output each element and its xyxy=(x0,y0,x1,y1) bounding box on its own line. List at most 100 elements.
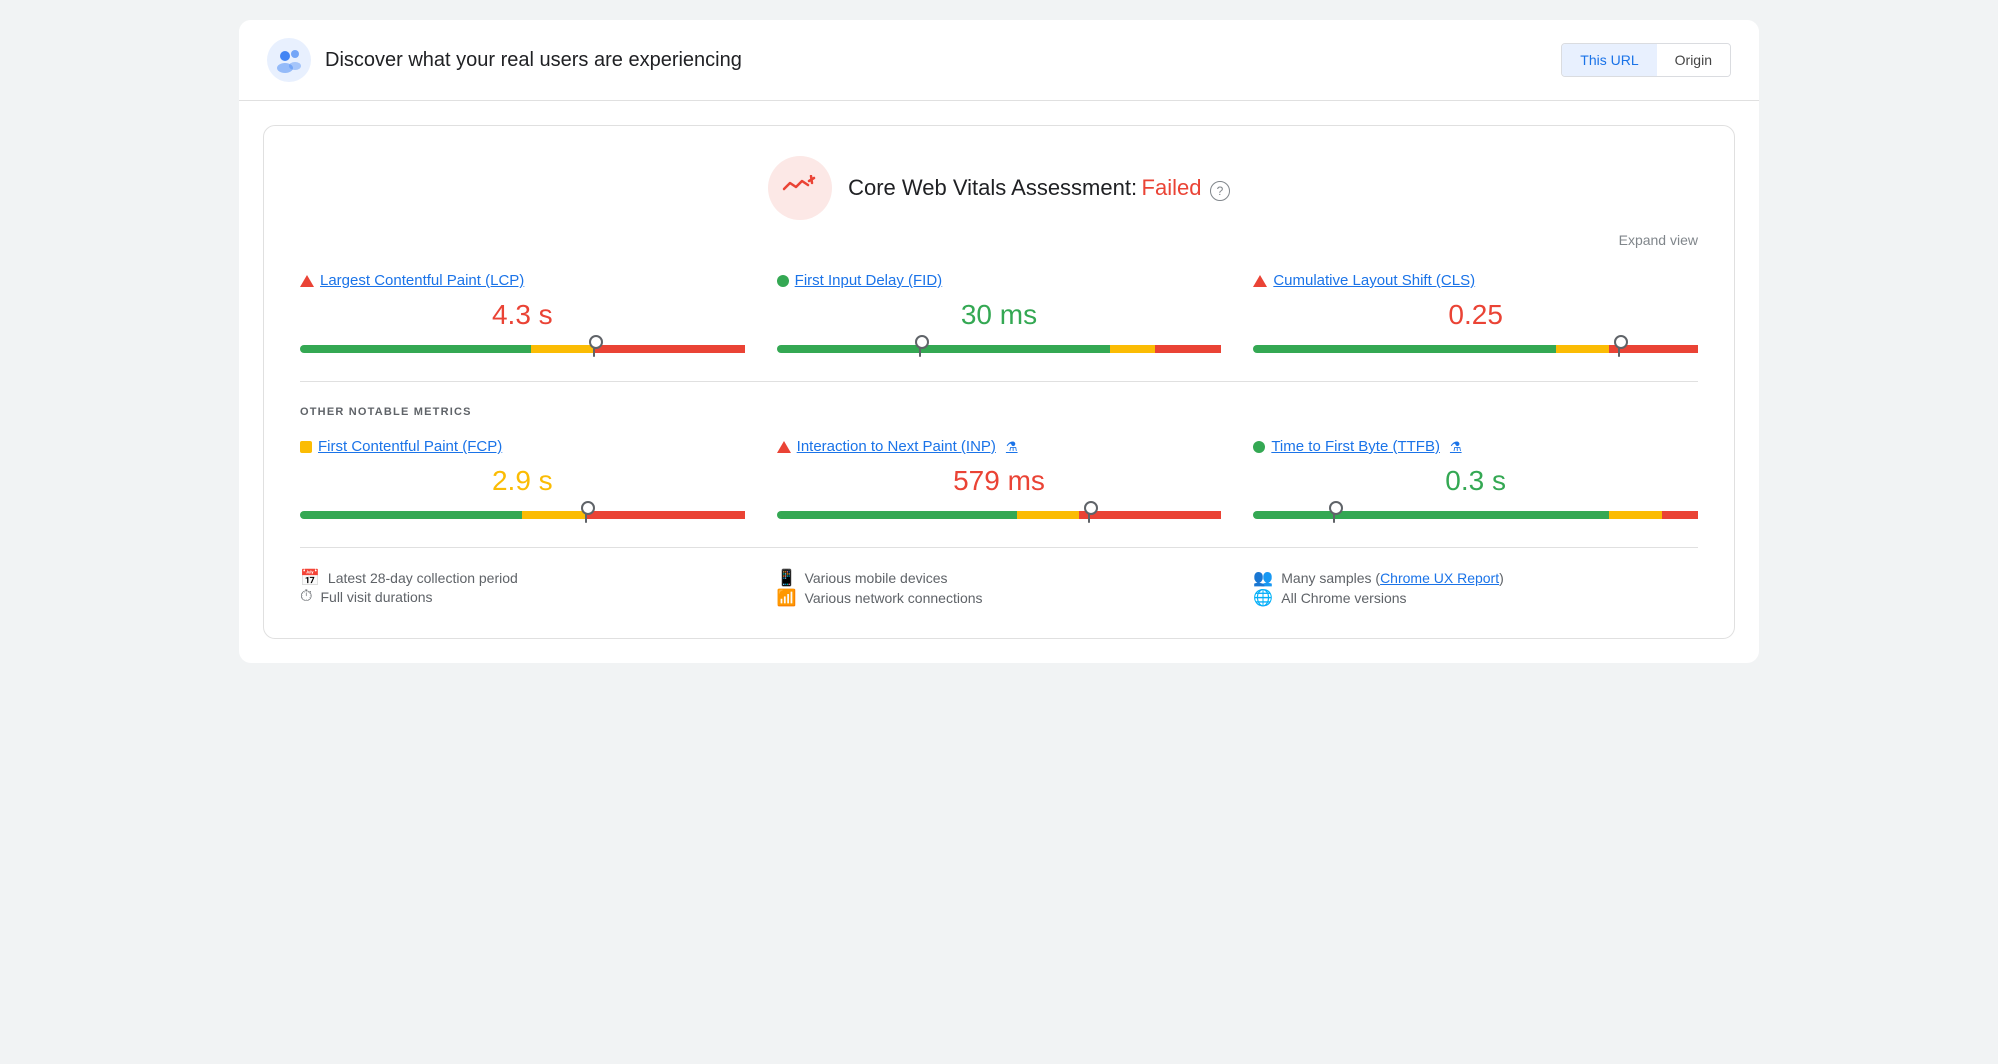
lab-icon-ttfb: ⚗ xyxy=(1450,439,1462,455)
footer-item: 📶Various network connections xyxy=(777,588,1222,608)
gauge-red xyxy=(585,511,745,519)
gauge-green xyxy=(777,345,1111,353)
gauge-bar xyxy=(777,345,1222,353)
page-wrapper: Discover what your real users are experi… xyxy=(239,20,1759,663)
metric-value-cls: 0.25 xyxy=(1253,299,1698,331)
gauge-marker xyxy=(919,341,921,357)
footer-icon: 📱 xyxy=(777,568,797,588)
gauge-orange xyxy=(1017,511,1079,519)
gauge-bar xyxy=(777,511,1222,519)
footer-info: 📅 Latest 28-day collection period ⏱ Full vi… xyxy=(300,547,1698,608)
metric-card-lcp: Largest Contentful Paint (LCP) 4.3 s xyxy=(300,272,745,353)
footer-col1: 📅 Latest 28-day collection period ⏱ Full vi… xyxy=(300,568,745,608)
footer-col3: 👥 Many samples (Chrome UX Report) 🌐 All Chr… xyxy=(1253,568,1698,608)
metric-card-fcp: First Contentful Paint (FCP) 2.9 s xyxy=(300,438,745,519)
metric-title-fcp[interactable]: First Contentful Paint (FCP) xyxy=(300,438,745,455)
footer-item: 📅 Latest 28-day collection period xyxy=(300,568,745,588)
assessment-title-block: Core Web Vitals Assessment: Failed ? xyxy=(848,175,1230,201)
footer-item: 🌐 All Chrome versions xyxy=(1253,588,1698,608)
assessment-status: Failed xyxy=(1142,175,1202,200)
gauge-red xyxy=(1662,511,1698,519)
origin-button[interactable]: Origin xyxy=(1657,44,1730,76)
footer-text: Many samples (Chrome UX Report) xyxy=(1281,570,1504,586)
footer-icon: ⏱ xyxy=(300,588,312,606)
header-title: Discover what your real users are experi… xyxy=(325,49,742,72)
gauge-orange xyxy=(1556,345,1609,353)
chrome-ux-report-link[interactable]: Chrome UX Report xyxy=(1380,570,1499,586)
footer-col2: 📱 Various mobile devices 📶Various network … xyxy=(777,568,1222,608)
metric-title-ttfb[interactable]: Time to First Byte (TTFB) ⚗ xyxy=(1253,438,1698,455)
metric-title-cls[interactable]: Cumulative Layout Shift (CLS) xyxy=(1253,272,1698,289)
metric-indicator-fid xyxy=(777,275,789,287)
metric-title-text-cls: Cumulative Layout Shift (CLS) xyxy=(1273,272,1475,289)
footer-icon: 🌐 xyxy=(1253,588,1273,608)
divider xyxy=(300,381,1698,382)
metric-value-inp: 579 ms xyxy=(777,465,1222,497)
gauge-marker xyxy=(585,507,587,523)
metric-card-fid: First Input Delay (FID) 30 ms xyxy=(777,272,1222,353)
metric-title-text-ttfb: Time to First Byte (TTFB) xyxy=(1271,438,1440,455)
lab-icon-inp: ⚗ xyxy=(1006,439,1018,455)
metric-indicator-ttfb xyxy=(1253,441,1265,453)
gauge-orange xyxy=(1110,345,1154,353)
gauge-marker xyxy=(1618,341,1620,357)
metric-value-ttfb: 0.3 s xyxy=(1253,465,1698,497)
metric-indicator-inp xyxy=(777,441,791,453)
metric-value-fid: 30 ms xyxy=(777,299,1222,331)
logo-icon xyxy=(267,38,311,82)
metric-card-cls: Cumulative Layout Shift (CLS) 0.25 xyxy=(1253,272,1698,353)
header: Discover what your real users are experi… xyxy=(239,20,1759,101)
assessment-info-icon[interactable]: ? xyxy=(1210,181,1230,201)
gauge-orange xyxy=(1609,511,1662,519)
url-toggle: This URL Origin xyxy=(1561,43,1731,77)
gauge-green xyxy=(300,345,531,353)
core-metrics-grid: Largest Contentful Paint (LCP) 4.3 s First… xyxy=(300,272,1698,353)
footer-icon: 📅 xyxy=(300,568,320,588)
gauge-orange xyxy=(531,345,593,353)
metric-title-text-lcp: Largest Contentful Paint (LCP) xyxy=(320,272,524,289)
gauge-bar xyxy=(1253,345,1698,353)
gauge-bar xyxy=(300,345,745,353)
main-card: Core Web Vitals Assessment: Failed ? Exp… xyxy=(263,125,1735,639)
footer-text: Various mobile devices xyxy=(805,570,948,586)
metric-indicator-cls xyxy=(1253,275,1267,287)
other-metrics-label: OTHER NOTABLE METRICS xyxy=(300,406,1698,418)
footer-item: ⏱ Full visit durations xyxy=(300,588,745,606)
failed-icon xyxy=(782,175,818,201)
assessment-header: Core Web Vitals Assessment: Failed ? xyxy=(300,156,1698,220)
gauge-red xyxy=(1079,511,1221,519)
gauge-green xyxy=(1253,511,1609,519)
metric-title-text-inp: Interaction to Next Paint (INP) xyxy=(797,438,996,455)
footer-text: Full visit durations xyxy=(320,589,432,605)
footer-item: 👥 Many samples (Chrome UX Report) xyxy=(1253,568,1698,588)
metric-indicator-lcp xyxy=(300,275,314,287)
gauge-marker xyxy=(1088,507,1090,523)
metric-title-fid[interactable]: First Input Delay (FID) xyxy=(777,272,1222,289)
metric-value-fcp: 2.9 s xyxy=(300,465,745,497)
footer-icon: 👥 xyxy=(1253,568,1273,588)
gauge-bar xyxy=(1253,511,1698,519)
footer-text: Latest 28-day collection period xyxy=(328,570,518,586)
expand-view-button[interactable]: Expand view xyxy=(300,232,1698,248)
this-url-button[interactable]: This URL xyxy=(1562,44,1656,76)
footer-text: All Chrome versions xyxy=(1281,590,1406,606)
other-metrics-grid: First Contentful Paint (FCP) 2.9 s Interac… xyxy=(300,438,1698,519)
failed-icon-circle xyxy=(768,156,832,220)
assessment-title: Core Web Vitals Assessment: xyxy=(848,175,1137,200)
footer-text: Various network connections xyxy=(805,590,983,606)
header-left: Discover what your real users are experi… xyxy=(267,38,742,82)
gauge-red xyxy=(593,345,744,353)
gauge-bar xyxy=(300,511,745,519)
metric-indicator-fcp xyxy=(300,441,312,453)
gauge-green xyxy=(1253,345,1555,353)
gauge-orange xyxy=(522,511,584,519)
metric-card-inp: Interaction to Next Paint (INP) ⚗ 579 ms xyxy=(777,438,1222,519)
metric-card-ttfb: Time to First Byte (TTFB) ⚗ 0.3 s xyxy=(1253,438,1698,519)
metric-title-lcp[interactable]: Largest Contentful Paint (LCP) xyxy=(300,272,745,289)
gauge-green xyxy=(777,511,1017,519)
metric-title-text-fid: First Input Delay (FID) xyxy=(795,272,943,289)
metric-value-lcp: 4.3 s xyxy=(300,299,745,331)
footer-item: 📱 Various mobile devices xyxy=(777,568,1222,588)
metric-title-text-fcp: First Contentful Paint (FCP) xyxy=(318,438,502,455)
metric-title-inp[interactable]: Interaction to Next Paint (INP) ⚗ xyxy=(777,438,1222,455)
